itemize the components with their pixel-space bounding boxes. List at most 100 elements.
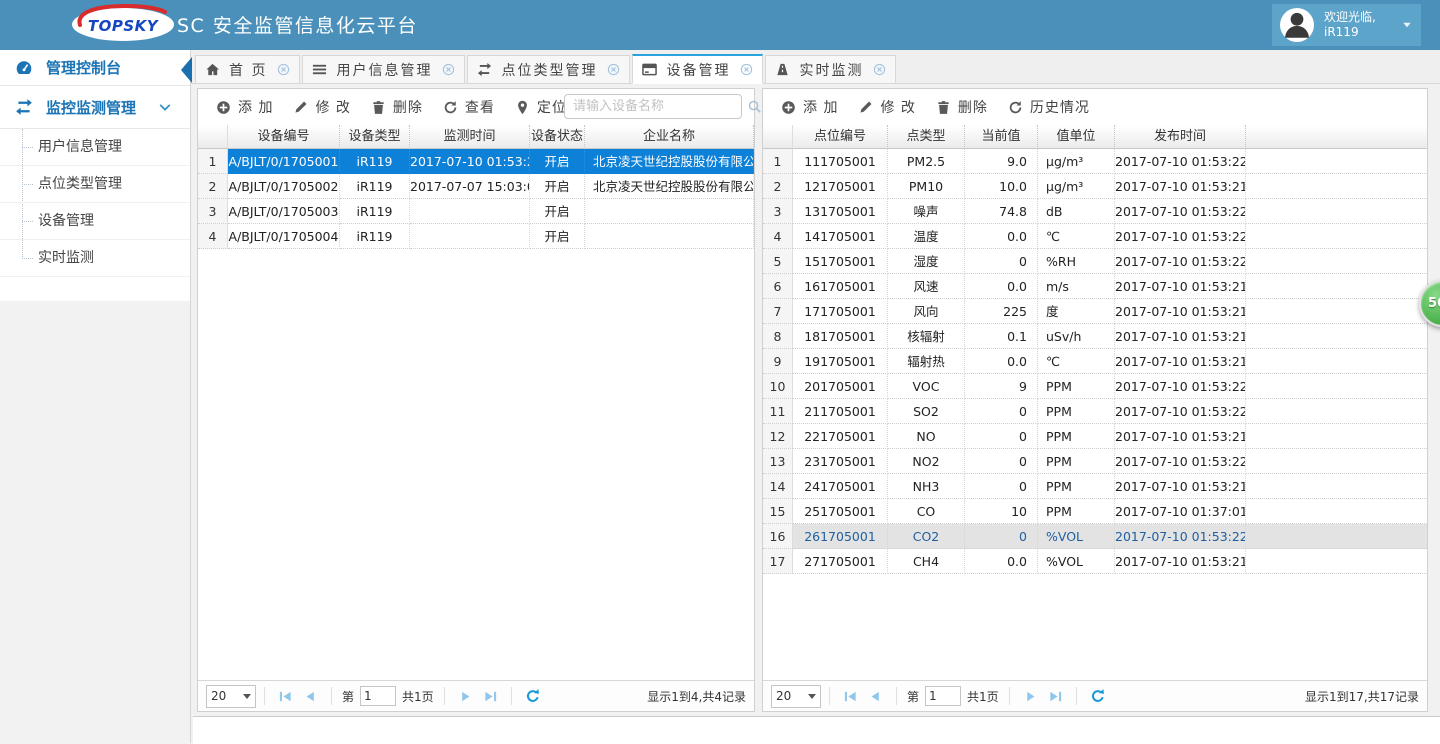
tab-3[interactable]: 点位类型管理 bbox=[467, 55, 630, 83]
table-row[interactable]: 17271705001CH40.0%VOL2017-07-10 01:53:21 bbox=[763, 549, 1427, 574]
device-button-2[interactable]: 修 改 bbox=[287, 97, 356, 117]
filler-cell bbox=[1246, 249, 1427, 274]
tab-close-icon[interactable] bbox=[442, 63, 455, 76]
search-icon[interactable] bbox=[747, 99, 762, 114]
row-number-cell: 14 bbox=[763, 474, 793, 499]
table-row[interactable]: 4A/BJLT/0/1705004iR119开启 bbox=[198, 224, 754, 249]
table-row[interactable]: 2121705001PM1010.0μg/m³2017-07-10 01:53:… bbox=[763, 174, 1427, 199]
device-page-size-select[interactable]: 20 bbox=[206, 685, 256, 708]
table-cell: A/BJLT/0/1705003 bbox=[228, 199, 340, 224]
sidebar-subitem-3[interactable]: 设备管理 bbox=[0, 203, 190, 240]
delete-icon bbox=[371, 100, 386, 115]
table-cell: 0 bbox=[965, 524, 1038, 549]
monitor-button-1[interactable]: 添 加 bbox=[775, 97, 844, 117]
table-cell: 2017-07-10 01:53:21 bbox=[1115, 324, 1246, 349]
delete-icon bbox=[371, 100, 386, 115]
sidebar-subitem-2[interactable]: 点位类型管理 bbox=[0, 166, 190, 203]
add-icon bbox=[216, 100, 231, 115]
table-row[interactable]: 16261705001CO20%VOL2017-07-10 01:53:22 bbox=[763, 524, 1427, 549]
header-cell: 当前值 bbox=[965, 125, 1038, 149]
table-cell: 开启 bbox=[530, 224, 585, 249]
header-cell: 设备编号 bbox=[228, 125, 340, 149]
table-cell: 131705001 bbox=[793, 199, 888, 224]
prev-page-icon[interactable] bbox=[868, 689, 883, 704]
prev-page-icon[interactable] bbox=[303, 689, 318, 704]
row-number-cell: 3 bbox=[198, 199, 228, 224]
header-cell: 点位编号 bbox=[793, 125, 888, 149]
caret-down-icon bbox=[808, 694, 816, 699]
table-header-row: 设备编号设备类型监测时间设备状态企业名称 bbox=[198, 125, 754, 149]
first-page-icon[interactable] bbox=[278, 689, 293, 704]
device-button-3[interactable]: 删除 bbox=[365, 97, 429, 117]
table-cell: 噪声 bbox=[888, 199, 965, 224]
monitor-button-4[interactable]: 历史情况 bbox=[1002, 97, 1096, 117]
table-cell: PM2.5 bbox=[888, 149, 965, 174]
table-cell: NH3 bbox=[888, 474, 965, 499]
filler-cell bbox=[1246, 474, 1427, 499]
sidebar-subitem-1[interactable]: 用户信息管理 bbox=[0, 129, 190, 166]
close-icon bbox=[740, 63, 753, 76]
table-row[interactable]: 1A/BJLT/0/1705001iR1192017-07-10 01:53:2… bbox=[198, 149, 754, 174]
table-row[interactable]: 7171705001风向225度2017-07-10 01:53:21 bbox=[763, 299, 1427, 324]
table-row[interactable]: 2A/BJLT/0/1705002iR1192017-07-07 15:03:0… bbox=[198, 174, 754, 199]
table-row[interactable]: 3A/BJLT/0/1705003iR119开启 bbox=[198, 199, 754, 224]
row-number-cell: 8 bbox=[763, 324, 793, 349]
table-row[interactable]: 9191705001辐射热0.0℃2017-07-10 01:53:21 bbox=[763, 349, 1427, 374]
tab-close-icon[interactable] bbox=[740, 63, 753, 76]
table-row[interactable]: 3131705001噪声74.8dB2017-07-10 01:53:22 bbox=[763, 199, 1427, 224]
table-row[interactable]: 14241705001NH30PPM2017-07-10 01:53:21 bbox=[763, 474, 1427, 499]
monitor-button-3[interactable]: 删除 bbox=[930, 97, 994, 117]
sidebar-subitem-4[interactable]: 实时监测 bbox=[0, 240, 190, 277]
tab-close-icon[interactable] bbox=[277, 63, 290, 76]
table-row[interactable]: 5151705001湿度0%RH2017-07-10 01:53:22 bbox=[763, 249, 1427, 274]
tab-label: 设备管理 bbox=[666, 60, 730, 80]
device-button-4[interactable]: 查看 bbox=[437, 97, 501, 117]
last-page-icon[interactable] bbox=[1048, 689, 1063, 704]
monitor-button-2[interactable]: 修 改 bbox=[852, 97, 921, 117]
filler-cell bbox=[1246, 299, 1427, 324]
row-number-cell: 15 bbox=[763, 499, 793, 524]
refresh-icon[interactable] bbox=[525, 688, 541, 704]
device-page-input[interactable] bbox=[360, 686, 396, 706]
refresh-icon[interactable] bbox=[1090, 688, 1106, 704]
monitor-page-input[interactable] bbox=[925, 686, 961, 706]
tab-1[interactable]: 首 页 bbox=[195, 55, 300, 83]
tab-2[interactable]: 用户信息管理 bbox=[302, 55, 465, 83]
caret-down-icon[interactable] bbox=[1401, 19, 1413, 31]
table-row[interactable]: 15251705001CO10PPM2017-07-10 01:37:01 bbox=[763, 499, 1427, 524]
next-page-icon[interactable] bbox=[458, 689, 473, 704]
next-page-icon[interactable] bbox=[1023, 689, 1038, 704]
tab-close-icon[interactable] bbox=[607, 63, 620, 76]
user-menu[interactable]: 欢迎光临, iR119 bbox=[1272, 4, 1421, 46]
table-row[interactable]: 8181705001核辐射0.1uSv/h2017-07-10 01:53:21 bbox=[763, 324, 1427, 349]
close-icon bbox=[607, 63, 620, 76]
table-row[interactable]: 10201705001VOC9PPM2017-07-10 01:53:22 bbox=[763, 374, 1427, 399]
tab-5[interactable]: 实时监测 bbox=[765, 55, 896, 83]
monitor-pager: 20第共1页显示1到17,共17记录 bbox=[763, 680, 1427, 711]
table-row[interactable]: 13231705001NO20PPM2017-07-10 01:53:22 bbox=[763, 449, 1427, 474]
table-row[interactable]: 1111705001PM2.59.0μg/m³2017-07-10 01:53:… bbox=[763, 149, 1427, 174]
locate-icon bbox=[515, 100, 530, 115]
table-cell: iR119 bbox=[340, 149, 410, 174]
table-cell: 2017-07-10 01:53:22 bbox=[1115, 449, 1246, 474]
sidebar-collapse-arrow[interactable] bbox=[181, 57, 192, 83]
tab-close-icon[interactable] bbox=[873, 63, 886, 76]
last-icon bbox=[1048, 689, 1063, 704]
table-row[interactable]: 11211705001SO20PPM2017-07-10 01:53:22 bbox=[763, 399, 1427, 424]
sidebar-item-dashboard[interactable]: 管理控制台 bbox=[0, 50, 190, 86]
table-cell: 核辐射 bbox=[888, 324, 965, 349]
table-cell bbox=[585, 199, 754, 224]
monitor-page-size-select[interactable]: 20 bbox=[771, 685, 821, 708]
table-row[interactable]: 4141705001温度0.0℃2017-07-10 01:53:22 bbox=[763, 224, 1427, 249]
table-cell: 261705001 bbox=[793, 524, 888, 549]
search-input[interactable] bbox=[565, 96, 747, 117]
table-cell: 0 bbox=[965, 449, 1038, 474]
table-row[interactable]: 12221705001NO0PPM2017-07-10 01:53:21 bbox=[763, 424, 1427, 449]
tab-4[interactable]: 设备管理 bbox=[632, 54, 763, 84]
sidebar-item-monitor-mgmt[interactable]: 监控监测管理 bbox=[0, 86, 190, 129]
device-button-1[interactable]: 添 加 bbox=[210, 97, 279, 117]
table-cell: PM10 bbox=[888, 174, 965, 199]
last-page-icon[interactable] bbox=[483, 689, 498, 704]
table-row[interactable]: 6161705001风速0.0m/s2017-07-10 01:53:21 bbox=[763, 274, 1427, 299]
first-page-icon[interactable] bbox=[843, 689, 858, 704]
